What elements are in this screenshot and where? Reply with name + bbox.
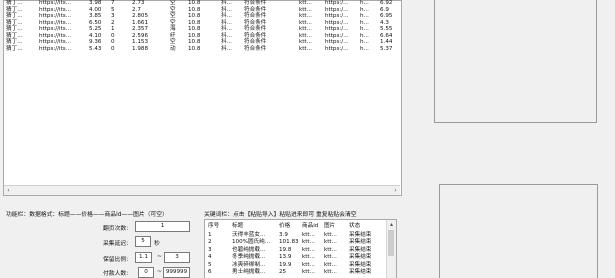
keyword-cell-id: ktt... [302, 232, 315, 238]
table-row[interactable]: 猜丁... https://its... 5.43 0 1.988 动 10.8 抖... 符合… [4, 46, 400, 53]
keyword-cell-price: 19.8 [279, 246, 292, 253]
cell-n: 0 [111, 45, 115, 52]
collect-delay-label: 采集延迟: [103, 241, 129, 247]
keyword-cell-id: ktt... [302, 254, 315, 261]
list-item[interactable]: 6 男士纯抛载... 25 ktt... ktt... 采集结束 [205, 269, 385, 276]
keyword-cell-title: 冬季纯抛载... [232, 254, 266, 261]
keyword-cell-status: 采集结束 [349, 246, 372, 253]
keyword-cell-img: ktt... [324, 246, 337, 253]
payer-count-label: 付款人数: [103, 271, 129, 277]
results-table[interactable]: 猜丁... https://its... 3.98 7 2.73 空 10.8 抖... 符合条… [3, 0, 402, 196]
scroll-right-icon[interactable]: › [391, 186, 400, 195]
col-header-price[interactable]: 价格 [279, 222, 290, 230]
keyword-cell-price: 3.9 [279, 232, 288, 238]
cell-k: ktt... [299, 45, 312, 52]
scroll-thumb[interactable] [388, 230, 394, 256]
ratio-separator: ~ [157, 254, 162, 260]
list-item[interactable]: 4 冬季纯抛载... 13.9 ktt... ktt... 采集结束 [205, 254, 385, 261]
delay-unit-label: 秒 [154, 241, 160, 247]
keyword-cell-title: 也碧纯抛载... [232, 246, 266, 253]
flip-count-input[interactable]: 1 [135, 221, 190, 232]
keyword-cell-status: 采集结束 [349, 232, 372, 238]
keyword-table[interactable]: 序号 标题 价格 商品id 图片 状态 1 沃得丰蓝女... 3.9 ktt... kt… [204, 219, 397, 278]
preview-box-top [434, 0, 597, 123]
keep-ratio-from-input[interactable]: 1.1 [135, 252, 152, 263]
scroll-left-icon[interactable]: ‹ [4, 186, 13, 195]
list-item[interactable]: 1 沃得丰蓝女... 3.9 ktt... ktt... 采集结束 [205, 232, 385, 239]
keyword-rows: 1 沃得丰蓝女... 3.9 ktt... ktt... 采集结束 2 100%圆氏纯... 1… [205, 232, 385, 278]
keyword-cell-status: 采集结束 [349, 261, 372, 268]
keyword-cell-status: 采集结束 [349, 239, 372, 246]
keyword-cell-img: ktt... [324, 239, 337, 246]
keyword-cell-no: 1 [208, 232, 212, 238]
collect-delay-input[interactable]: 5 [135, 236, 151, 247]
payer-count-to-input[interactable]: 999999 [163, 267, 190, 278]
keyword-cell-status: 采集结束 [349, 254, 372, 261]
keep-ratio-label: 保留比例: [103, 257, 129, 263]
cell-x: 5.37 [380, 45, 393, 52]
keyword-vertical-scrollbar[interactable]: ▴ [386, 220, 396, 278]
cell-u2: https:/... [325, 45, 349, 52]
col-header-id[interactable]: 商品id [302, 222, 318, 230]
keyword-cell-price: 19.9 [279, 261, 292, 268]
keyword-cell-price: 101.83 [279, 239, 299, 246]
flip-count-label: 翻页次数: [103, 226, 129, 232]
payer-separator: ~ [157, 269, 162, 275]
cell-st: 符合条件 [244, 45, 267, 52]
results-rows: 猜丁... https://its... 3.98 7 2.73 空 10.8 抖... 符合条… [4, 0, 400, 61]
horizontal-scrollbar[interactable]: ‹ › [4, 185, 400, 195]
keyword-cell-id: ktt... [302, 239, 315, 246]
preview-box-bottom [439, 184, 598, 278]
keyword-cell-img: ktt... [324, 269, 337, 275]
keyword-cell-id: ktt... [302, 246, 315, 253]
cell-v: 1.988 [132, 45, 149, 52]
keyword-cell-title: 冰爽碎绑制... [232, 261, 266, 268]
cell-price: 5.43 [89, 45, 102, 52]
keyword-cell-no: 6 [208, 269, 212, 275]
keyword-cell-img: ktt... [324, 261, 337, 268]
col-header-title[interactable]: 标题 [232, 222, 243, 230]
keyword-panel-title: 关键词栏：点击【粘贴导入】粘贴进来即可 重复粘贴会清空 [204, 212, 357, 218]
keyword-cell-price: 13.9 [279, 254, 292, 261]
keep-ratio-to-input[interactable]: 3 [164, 252, 190, 263]
cell-url: https://its... [39, 45, 72, 52]
keyword-cell-no: 5 [208, 261, 212, 268]
list-item[interactable]: 3 也碧纯抛载... 19.8 ktt... ktt... 采集结束 [205, 247, 385, 254]
keyword-cell-title: 100%圆氏纯... [232, 239, 271, 246]
keyword-cell-no: 3 [208, 246, 212, 253]
list-item[interactable]: 5 冰爽碎绑制... 19.9 ktt... ktt... 采集结束 [205, 262, 385, 269]
col-header-img[interactable]: 图片 [324, 222, 335, 230]
scroll-up-icon[interactable]: ▴ [387, 220, 396, 229]
keyword-cell-no: 2 [208, 239, 212, 246]
keyword-cell-status: 采集结束 [349, 269, 372, 275]
keyword-cell-title: 男士纯抛载... [232, 269, 266, 275]
cell-a: 抖... [221, 45, 232, 52]
function-panel-title: 功能栏：数据格式：标题——价格——商品id——图片（可空） [6, 212, 168, 218]
keyword-cell-img: ktt... [324, 254, 337, 261]
payer-count-from-input[interactable]: 0 [138, 267, 154, 278]
keyword-cell-no: 4 [208, 254, 212, 261]
keyword-cell-img: ktt... [324, 232, 337, 238]
keyword-cell-id: ktt... [302, 261, 315, 268]
cell-s: 10.8 [188, 45, 201, 52]
keyword-cell-price: 25 [279, 269, 287, 275]
cell-h: h... [360, 45, 369, 52]
keyword-cell-id: ktt... [302, 269, 315, 275]
keyword-cell-title: 沃得丰蓝女... [232, 232, 266, 238]
cell-t: 动 [170, 45, 176, 52]
col-header-no[interactable]: 序号 [208, 222, 219, 230]
cell-c1: 猜丁... [6, 45, 23, 52]
list-item[interactable]: 2 100%圆氏纯... 101.83 ktt... ktt... 采集结束 [205, 239, 385, 246]
col-header-status[interactable]: 状态 [349, 222, 360, 230]
